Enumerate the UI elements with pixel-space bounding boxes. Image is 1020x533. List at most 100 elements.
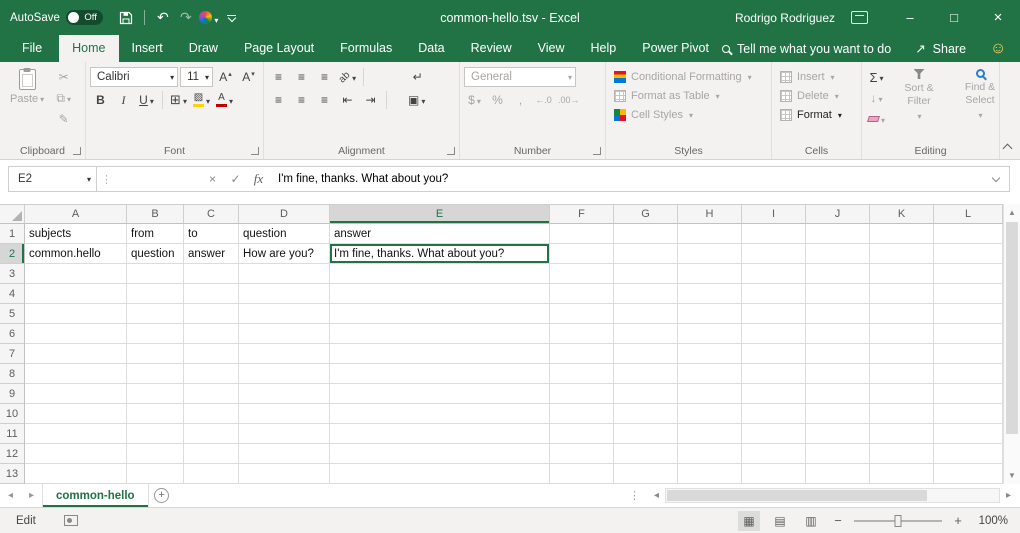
cell-F9[interactable] [550,384,614,404]
redo-button[interactable]: ↷ [176,5,196,31]
scroll-up-icon[interactable]: ▲ [1004,204,1020,221]
cell-C2[interactable]: answer [184,244,239,264]
tabbar-splitter[interactable]: ⋮ [621,484,648,507]
cell-E8[interactable] [330,364,550,384]
delete-cells-button[interactable]: Delete [776,86,857,105]
format-cells-button[interactable]: Format [776,105,857,124]
cell-G11[interactable] [614,424,678,444]
user-name[interactable]: Rodrigo Rodriguez [735,11,835,25]
cell-H8[interactable] [678,364,742,384]
column-header-I[interactable]: I [742,204,806,224]
cell-J10[interactable] [806,404,870,424]
scroll-down-icon[interactable]: ▼ [1004,467,1020,484]
cell-E10[interactable] [330,404,550,424]
column-header-G[interactable]: G [614,204,678,224]
cell-E13[interactable] [330,464,550,484]
column-header-J[interactable]: J [806,204,870,224]
cell-H11[interactable] [678,424,742,444]
row-header-6[interactable]: 6 [0,324,25,344]
sheet-tab-active[interactable]: common-hello [42,484,149,507]
cell-L1[interactable] [934,224,1003,244]
cell-J1[interactable] [806,224,870,244]
share-button[interactable]: ↗Share [915,41,966,56]
percent-style-button[interactable]: % [487,90,508,110]
cell-D7[interactable] [239,344,330,364]
align-middle-button[interactable]: ≡ [291,67,312,87]
cell-D2[interactable]: How are you? [239,244,330,264]
cell-G10[interactable] [614,404,678,424]
tab-help[interactable]: Help [578,35,630,62]
cell-C9[interactable] [184,384,239,404]
cell-F11[interactable] [550,424,614,444]
customize-qat-button[interactable] [222,5,242,31]
font-name-select[interactable]: Calibri [90,67,178,87]
row-header-3[interactable]: 3 [0,264,25,284]
minimize-button[interactable]: – [888,0,932,35]
cell-B5[interactable] [127,304,184,324]
row-header-2[interactable]: 2 [0,244,25,264]
increase-indent-button[interactable]: ⇥ [360,90,381,110]
cell-I9[interactable] [742,384,806,404]
expand-formula-bar-button[interactable] [983,167,1009,191]
cell-G3[interactable] [614,264,678,284]
cell-H3[interactable] [678,264,742,284]
increase-decimal-button[interactable]: ←.0 [533,90,554,110]
cell-L4[interactable] [934,284,1003,304]
comma-style-button[interactable]: , [510,90,531,110]
cell-B13[interactable] [127,464,184,484]
cell-C3[interactable] [184,264,239,284]
cell-K8[interactable] [870,364,934,384]
cell-G2[interactable] [614,244,678,264]
cell-A4[interactable] [25,284,127,304]
cell-L10[interactable] [934,404,1003,424]
cell-H10[interactable] [678,404,742,424]
cell-D5[interactable] [239,304,330,324]
cell-K4[interactable] [870,284,934,304]
cell-D13[interactable] [239,464,330,484]
cell-F1[interactable] [550,224,614,244]
cell-E7[interactable] [330,344,550,364]
cell-C5[interactable] [184,304,239,324]
cell-K6[interactable] [870,324,934,344]
column-header-A[interactable]: A [25,204,127,224]
sort-filter-button[interactable]: Sort & Filter [890,67,948,129]
cell-H2[interactable] [678,244,742,264]
cell-F8[interactable] [550,364,614,384]
cell-G7[interactable] [614,344,678,364]
scroll-left-icon[interactable]: ◂ [648,490,665,501]
enter-button[interactable]: ✓ [224,167,247,191]
cell-D1[interactable]: question [239,224,330,244]
row-header-4[interactable]: 4 [0,284,25,304]
normal-view-button[interactable]: ▦ [738,511,760,531]
cell-C12[interactable] [184,444,239,464]
cell-D4[interactable] [239,284,330,304]
fill-color-button[interactable]: ▨ [191,90,212,110]
cell-H13[interactable] [678,464,742,484]
close-button[interactable]: × [976,0,1020,35]
row-header-7[interactable]: 7 [0,344,25,364]
name-box-splitter[interactable]: ⋮ [97,167,201,191]
shrink-font-button[interactable]: A [238,67,259,87]
cell-G12[interactable] [614,444,678,464]
cell-K1[interactable] [870,224,934,244]
cell-E1[interactable]: answer [330,224,550,244]
bold-button[interactable]: B [90,90,111,110]
cell-I7[interactable] [742,344,806,364]
cell-I2[interactable] [742,244,806,264]
formula-input[interactable]: I'm fine, thanks. What about you? [270,167,983,191]
page-break-view-button[interactable]: ▥ [800,511,822,531]
cell-F10[interactable] [550,404,614,424]
cell-E11[interactable] [330,424,550,444]
cell-K3[interactable] [870,264,934,284]
cell-I5[interactable] [742,304,806,324]
conditional-formatting-button[interactable]: Conditional Formatting [610,67,767,86]
cell-F2[interactable] [550,244,614,264]
cell-I8[interactable] [742,364,806,384]
undo-button[interactable]: ↶ [153,5,173,31]
cell-K9[interactable] [870,384,934,404]
cell-E9[interactable] [330,384,550,404]
cell-J6[interactable] [806,324,870,344]
cell-I11[interactable] [742,424,806,444]
alignment-dialog-launcher[interactable] [447,147,455,155]
cell-J5[interactable] [806,304,870,324]
